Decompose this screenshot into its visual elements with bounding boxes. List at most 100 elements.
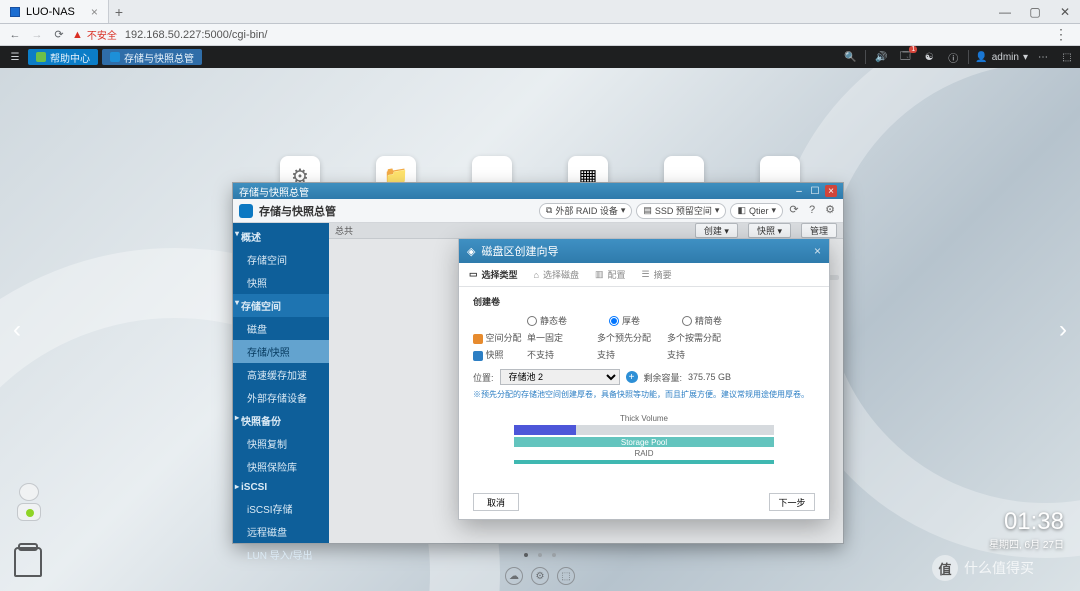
recycle-bin-icon[interactable] bbox=[14, 547, 42, 577]
sidebar-item-cache[interactable]: 高速缓存加速 bbox=[233, 363, 329, 386]
window-close-icon[interactable]: × bbox=[825, 185, 837, 197]
help-icon[interactable]: ? bbox=[805, 203, 819, 217]
snapshot-button[interactable]: 快照 ▾ bbox=[748, 223, 791, 238]
next-button[interactable]: 下一步 bbox=[769, 493, 815, 511]
window-maximize-icon[interactable]: ▢ bbox=[1020, 0, 1050, 23]
notification-icon[interactable]: ⓘ bbox=[944, 50, 962, 65]
sidebar-group-snapshot-backup[interactable]: 快照备份 bbox=[233, 409, 329, 432]
manage-button[interactable]: 管理 bbox=[801, 223, 837, 238]
add-pool-icon[interactable]: + bbox=[626, 371, 638, 383]
new-tab-button[interactable]: + bbox=[109, 0, 129, 23]
watermark-badge: 值 bbox=[932, 555, 958, 581]
step-type[interactable]: ▭ 选择类型 bbox=[469, 268, 518, 281]
window-titlebar[interactable]: 存储与快照总管 – ☐ × bbox=[233, 183, 843, 199]
sidebar-item-disk[interactable]: 磁盘 bbox=[233, 317, 329, 340]
desktop-clock: 01:38 星期四, 6月 27日 bbox=[989, 508, 1064, 551]
dashboard-icon[interactable]: ☯ bbox=[920, 52, 938, 63]
wizard-titlebar[interactable]: ◈ 磁盘区创建向导 × bbox=[459, 239, 829, 263]
window-minimize-icon[interactable]: ― bbox=[990, 0, 1020, 23]
storage-icon bbox=[110, 52, 120, 62]
sidebar-item-pool-snapshot[interactable]: 存储/快照 bbox=[233, 340, 329, 363]
radio-static[interactable]: 静态卷 bbox=[527, 314, 567, 327]
step-summary: ☰ 摘要 bbox=[642, 268, 672, 281]
tab-overview[interactable]: 总共 bbox=[335, 224, 353, 237]
volume-icon[interactable]: 🔊 bbox=[872, 52, 890, 63]
url-text[interactable]: 192.168.50.227:5000/cgi-bin/ bbox=[125, 29, 268, 41]
main-menu-icon[interactable]: ☰ bbox=[4, 46, 26, 68]
divider bbox=[865, 50, 866, 64]
dock-icon[interactable]: ⚙ bbox=[531, 567, 549, 585]
taskbar-help-center[interactable]: 帮助中心 bbox=[28, 49, 98, 65]
storage-manager-window: 存储与快照总管 – ☐ × 存储与快照总管 ⧉外部 RAID 设备▾ ▤SSD … bbox=[233, 183, 843, 543]
app-sidebar: 概述 存储空间 快照 存储空间 磁盘 存储/快照 高速缓存加速 外部存储设备 快… bbox=[233, 223, 329, 543]
settings-icon[interactable]: ⚙ bbox=[823, 203, 837, 217]
taskbar-label: 帮助中心 bbox=[50, 50, 90, 65]
desktop-page-dots bbox=[524, 553, 556, 557]
cancel-button[interactable]: 取消 bbox=[473, 493, 519, 511]
sidebar-item-snapshot-vault[interactable]: 快照保险库 bbox=[233, 455, 329, 478]
more-icon[interactable]: ⋯ bbox=[1034, 52, 1052, 63]
refresh-icon[interactable]: ⟳ bbox=[787, 203, 801, 217]
desktop-prev-icon[interactable]: ‹ bbox=[6, 308, 28, 352]
sidebar-item-snapshot-copy[interactable]: 快照复制 bbox=[233, 432, 329, 455]
browser-menu-icon[interactable]: ⋮ bbox=[1054, 26, 1074, 43]
radio-thick[interactable]: 厚卷 bbox=[609, 314, 640, 327]
qtier-button[interactable]: ◧Qtier▾ bbox=[730, 203, 783, 219]
wizard-close-icon[interactable]: × bbox=[814, 244, 821, 258]
toolbar: 总共 创建 ▾ 快照 ▾ 管理 bbox=[329, 223, 843, 239]
figure-thick-label: Thick Volume bbox=[514, 414, 774, 423]
volume-figure: Thick Volume Storage Pool RAID bbox=[514, 414, 774, 464]
sidebar-item-space[interactable]: 存储空间 bbox=[233, 248, 329, 271]
sidebar-group-iscsi[interactable]: iSCSI bbox=[233, 478, 329, 497]
feature-grid: 空间分配 单一固定多个预先分配多个按需分配 快照 不支持支持支持 bbox=[473, 331, 815, 361]
location-row: 位置: 存储池 2 + 剩余容量: 375.75 GB bbox=[473, 369, 815, 385]
favicon-icon bbox=[10, 7, 20, 17]
figure-pool-bar: Storage Pool bbox=[514, 437, 774, 447]
browser-tab-strip: LUO-NAS × + ― ▢ ✕ bbox=[0, 0, 1080, 24]
qts-top-bar: ☰ 帮助中心 存储与快照总管 🔍 🔊 🗔 ☯ ⓘ 👤 admin ▾ ⋯ ⬚ bbox=[0, 46, 1080, 68]
sidebar-item-iscsi-storage[interactable]: iSCSI存储 bbox=[233, 497, 329, 520]
user-name: admin bbox=[992, 52, 1019, 63]
create-volume-label: 创建卷 bbox=[473, 295, 815, 308]
sidebar-item-lun[interactable]: LUN 导入/导出 bbox=[233, 543, 329, 566]
wizard-title: 磁盘区创建向导 bbox=[481, 243, 558, 259]
nav-back-icon[interactable]: ← bbox=[6, 26, 24, 44]
tab-close-icon[interactable]: × bbox=[91, 5, 98, 19]
location-label: 位置: bbox=[473, 371, 494, 384]
dock-icon[interactable]: ⬚ bbox=[557, 567, 575, 585]
figure-raid-bar bbox=[514, 460, 774, 464]
location-select[interactable]: 存储池 2 bbox=[500, 369, 620, 385]
ssd-button[interactable]: ▤SSD 预留空间▾ bbox=[636, 203, 726, 219]
taskbar-storage-manager[interactable]: 存储与快照总管 bbox=[102, 49, 202, 65]
nav-reload-icon[interactable]: ⟳ bbox=[50, 26, 68, 44]
desktop-next-icon[interactable]: › bbox=[1052, 308, 1074, 352]
radio-thin[interactable]: 精简卷 bbox=[682, 314, 722, 327]
fullscreen-icon[interactable]: ⬚ bbox=[1058, 52, 1076, 63]
external-raid-button[interactable]: ⧉外部 RAID 设备▾ bbox=[539, 203, 632, 219]
window-minimize-icon[interactable]: – bbox=[793, 185, 805, 197]
browser-tab[interactable]: LUO-NAS × bbox=[0, 0, 109, 23]
watermark: 值 什么值得买 bbox=[932, 555, 1034, 581]
sidebar-group-overview[interactable]: 概述 bbox=[233, 225, 329, 248]
wizard-note: ※预先分配的存储池空间创建厚卷，具备快照等功能，而且扩展方便。建议常规用途使用厚… bbox=[473, 389, 815, 400]
window-maximize-icon[interactable]: ☐ bbox=[809, 185, 821, 197]
window-close-icon[interactable]: ✕ bbox=[1050, 0, 1080, 23]
watermark-text: 什么值得买 bbox=[964, 558, 1034, 578]
task-icon[interactable]: 🗔 bbox=[896, 49, 914, 66]
create-button[interactable]: 创建 ▾ bbox=[695, 223, 738, 238]
chevron-down-icon: ▾ bbox=[1023, 52, 1028, 63]
sidebar-item-remote-disk[interactable]: 远程磁盘 bbox=[233, 520, 329, 543]
divider bbox=[968, 50, 969, 64]
sidebar-item-snapshot[interactable]: 快照 bbox=[233, 271, 329, 294]
user-menu[interactable]: 👤 admin ▾ bbox=[975, 52, 1028, 63]
nav-forward-icon: → bbox=[28, 26, 46, 44]
sidebar-item-external[interactable]: 外部存储设备 bbox=[233, 386, 329, 409]
qbot-icon[interactable] bbox=[12, 483, 46, 525]
snapshot-icon bbox=[473, 351, 483, 361]
dock-icon[interactable]: ☁ bbox=[505, 567, 523, 585]
sidebar-group-storage[interactable]: 存储空间 bbox=[233, 294, 329, 317]
window-controls: ― ▢ ✕ bbox=[990, 0, 1080, 23]
figure-thick-bar bbox=[514, 425, 774, 435]
search-icon[interactable]: 🔍 bbox=[841, 52, 859, 63]
user-avatar-icon: 👤 bbox=[975, 52, 987, 63]
